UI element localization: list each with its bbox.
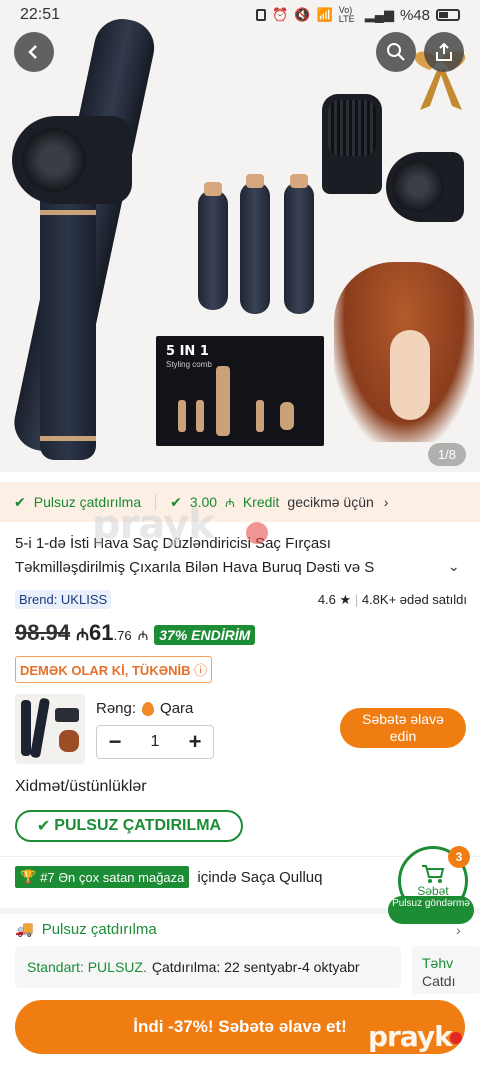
barrel-attachment [240, 174, 270, 314]
product-image-gallery[interactable]: 22:51 ⏰ 🔇 📶 Vo) LTE ▂▄▆ %48 5 IN 1 Styli… [0, 0, 480, 472]
box-subtitle: Styling comb [166, 360, 212, 369]
share-icon [436, 42, 452, 61]
variant-thumbnail[interactable] [15, 694, 85, 764]
rating-summary[interactable]: 4.6 ★ | 4.8K+ ədəd satıldı [318, 592, 467, 608]
cart-icon [422, 865, 445, 883]
delivery-heading-label: Pulsuz çatdırılma [41, 920, 157, 938]
credit-label: Kredit [242, 494, 280, 510]
free-shipping-badge-label: PULSUZ ÇATDIRILMA [54, 817, 222, 834]
price-row: 98.94 ₼61.76 ₼ 37% ENDİRİM [15, 620, 256, 646]
search-icon [387, 43, 405, 61]
watermark-dot [450, 1032, 462, 1044]
flame-icon [142, 701, 155, 716]
chevron-right-icon: › [383, 494, 389, 510]
share-button[interactable] [424, 32, 464, 72]
color-selector[interactable]: Rəng: Qara [96, 700, 193, 717]
barrel-attachment [284, 174, 314, 314]
checkmark-icon: ✔ [14, 493, 26, 510]
battery-label: %48 [399, 6, 430, 24]
quantity-value[interactable]: 1 [133, 733, 177, 751]
concentrator-attachment [386, 152, 464, 222]
star-icon: ★ [339, 591, 352, 607]
status-icons: ⏰ 🔇 📶 Vo) LTE ▂▄▆ %48 [256, 6, 460, 24]
new-price-cents: .76 [113, 628, 132, 643]
almost-sold-out-badge[interactable]: DEMƏK OLAR Kİ, TÜKƏNİB ⓘ [15, 656, 213, 683]
gold-band [40, 210, 96, 215]
currency-icon: ₼ [225, 495, 235, 510]
battery-icon [436, 9, 460, 21]
ranking-badge: 🏆 #7 Ən çox satan mağaza [15, 866, 190, 888]
search-button[interactable] [376, 32, 416, 72]
almost-sold-out-label: DEMƏK OLAR Kİ, TÜKƏNİB [20, 663, 191, 678]
round-brush-attachment [198, 182, 228, 310]
dryer-head-illustration [12, 116, 132, 204]
free-shipping-badge: ✔ PULSUZ ÇATDIRILMA [15, 810, 243, 842]
product-box-illustration: 5 IN 1 Styling comb [156, 336, 324, 446]
ranking-category: içində Saça Qulluq [197, 868, 323, 886]
back-button[interactable] [14, 32, 54, 72]
alarm-icon: ⏰ [272, 7, 289, 22]
brand-badge[interactable]: Brend: UKLISS [15, 590, 112, 609]
standard-label: Standart: PULSUZ. [27, 959, 147, 975]
currency-icon: ₼ [76, 627, 90, 644]
trophy-icon: 🏆 [20, 869, 37, 884]
divider: | [354, 591, 359, 607]
card2-bottom: Catdı [422, 973, 456, 989]
brand-rating-row: Brend: UKLISS 4.6 ★ | 4.8K+ ədəd satıldı [15, 590, 467, 609]
box-title: 5 IN 1 [166, 344, 209, 359]
notification-icon [256, 9, 267, 21]
old-price: 98.94 [15, 620, 71, 645]
standard-delivery-card[interactable]: Standart: PULSUZ. Çatdırılma: 22 sentyab… [15, 946, 401, 988]
currency-icon: ₼ [137, 628, 149, 643]
signal-icon: ▂▄▆ [364, 7, 394, 22]
color-value: Qara [160, 700, 194, 717]
gold-band [40, 436, 96, 441]
secondary-delivery-card[interactable]: Təhv Catdı [412, 946, 480, 994]
ranking-badge-label: #7 Ən çox satan mağaza [40, 869, 185, 885]
increment-button[interactable]: + [177, 729, 213, 755]
color-label: Rəng: [96, 700, 137, 717]
store-ranking-row[interactable]: 🏆 #7 Ən çox satan mağaza içində Saça Qul… [15, 866, 322, 888]
chevron-down-icon[interactable]: ⌄ [448, 558, 460, 575]
credit-suffix: gecikmə üçün [287, 494, 374, 510]
new-price-main: 61 [89, 620, 114, 645]
watermark: prayk [368, 1020, 453, 1053]
status-time: 22:51 [20, 6, 61, 23]
quantity-stepper[interactable]: − 1 + [96, 725, 214, 759]
rating-value: 4.6 [317, 591, 336, 607]
card2-top: Təhv [422, 955, 454, 971]
discount-badge: 37% ENDİRİM [154, 625, 256, 645]
watermark-dot [246, 522, 268, 544]
cart-count-badge: 3 [448, 846, 470, 868]
help-icon: ⓘ [194, 663, 208, 678]
free-send-badge: Pulsuz göndərmə [388, 896, 474, 924]
new-price: ₼61.76 ₼ [76, 620, 148, 646]
image-counter: 1/8 [427, 443, 466, 466]
delivery-heading[interactable]: 🚚 Pulsuz çatdırılma [15, 920, 157, 939]
watermark: prayk [92, 502, 215, 548]
status-bar: 22:51 ⏰ 🔇 📶 Vo) LTE ▂▄▆ %48 [0, 0, 480, 30]
add-to-cart-button[interactable]: Səbətə əlavə edin [340, 708, 466, 748]
checkmark-icon: ✔ [36, 818, 51, 835]
wifi-icon: 📶 [316, 7, 333, 22]
sold-count: 4.8K+ ədəd satıldı [361, 591, 467, 607]
chevron-right-icon[interactable]: › [456, 922, 461, 938]
paddle-brush-attachment [322, 94, 382, 194]
decrement-button[interactable]: − [97, 729, 133, 755]
product-title[interactable]: 5-i 1-də İsti Hava Saç Düzləndiricisi Sa… [15, 532, 443, 580]
network-label: Vo) LTE [338, 5, 355, 24]
shipping-benefits-strip[interactable]: ✔ Pulsuz çatdırılma ✔ 3.00 ₼ Kredit geci… [0, 482, 480, 522]
mute-icon: 🔇 [294, 7, 311, 22]
standard-text: Çatdırılma: 22 sentyabr-4 oktyabr [151, 959, 360, 975]
model-face-illustration [390, 330, 430, 420]
truck-icon: 🚚 [15, 921, 34, 938]
services-heading: Xidmət/üstünlüklər [15, 778, 147, 795]
chevron-left-icon [28, 45, 37, 59]
